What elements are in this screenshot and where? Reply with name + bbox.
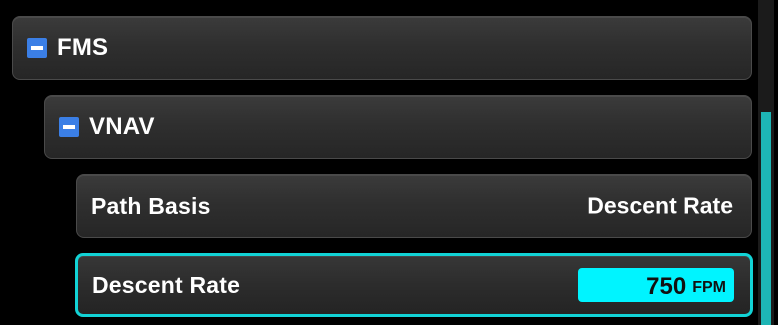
setting-row-path-basis[interactable]: Path Basis Descent Rate	[76, 174, 752, 238]
tree-row-vnav-label: VNAV	[89, 113, 155, 140]
path-basis-value: Descent Rate	[587, 192, 733, 219]
scrollbar-thumb[interactable]	[761, 112, 771, 325]
collapse-minus-icon[interactable]	[27, 38, 47, 58]
collapse-minus-icon[interactable]	[59, 117, 79, 137]
setting-row-descent-rate[interactable]: Descent Rate 750 FPM	[75, 253, 753, 317]
fms-settings-panel: FMS VNAV Path Basis Descent Rate Descent…	[0, 0, 778, 325]
path-basis-label: Path Basis	[91, 192, 211, 219]
tree-row-fms[interactable]: FMS	[12, 16, 752, 80]
descent-rate-value-field[interactable]: 750 FPM	[578, 268, 734, 302]
tree-row-fms-label: FMS	[57, 34, 109, 61]
descent-rate-value: 750	[646, 273, 687, 300]
tree-row-vnav[interactable]: VNAV	[44, 95, 752, 159]
descent-rate-label: Descent Rate	[92, 271, 241, 298]
descent-rate-unit: FPM	[692, 279, 726, 296]
